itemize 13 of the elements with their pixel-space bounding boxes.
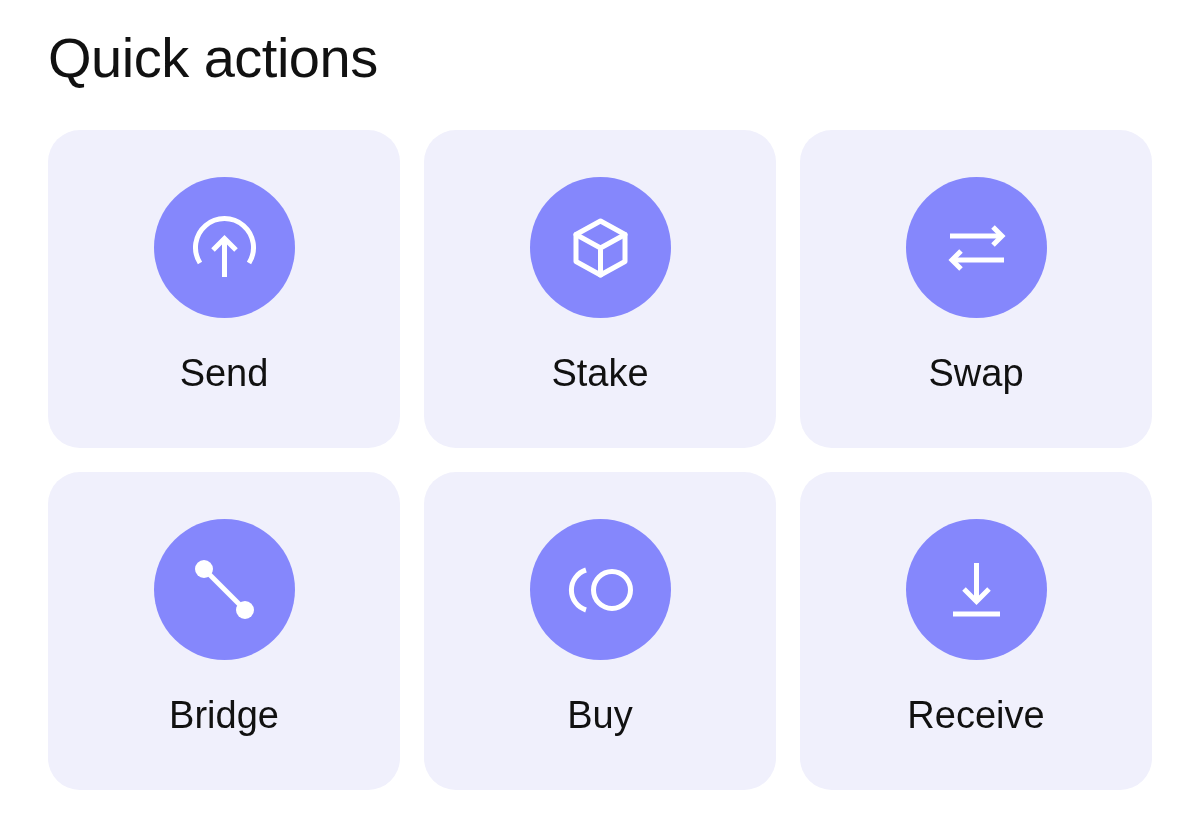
swap-arrows-icon bbox=[905, 177, 1047, 318]
section-title: Quick actions bbox=[48, 25, 378, 91]
connected-dots-icon bbox=[153, 519, 295, 660]
action-button[interactable]: Swap bbox=[800, 130, 1152, 448]
action-button[interactable]: Receive bbox=[800, 472, 1152, 790]
action-button[interactable]: Bridge bbox=[48, 472, 400, 790]
arrow-up-circle-icon bbox=[153, 177, 295, 318]
action-button[interactable]: Buy bbox=[424, 472, 776, 790]
cube-icon bbox=[529, 177, 671, 318]
action-button[interactable]: Send bbox=[48, 130, 400, 448]
rings-icon bbox=[529, 519, 671, 660]
download-icon bbox=[905, 519, 1047, 660]
action-button[interactable]: Stake bbox=[424, 130, 776, 448]
